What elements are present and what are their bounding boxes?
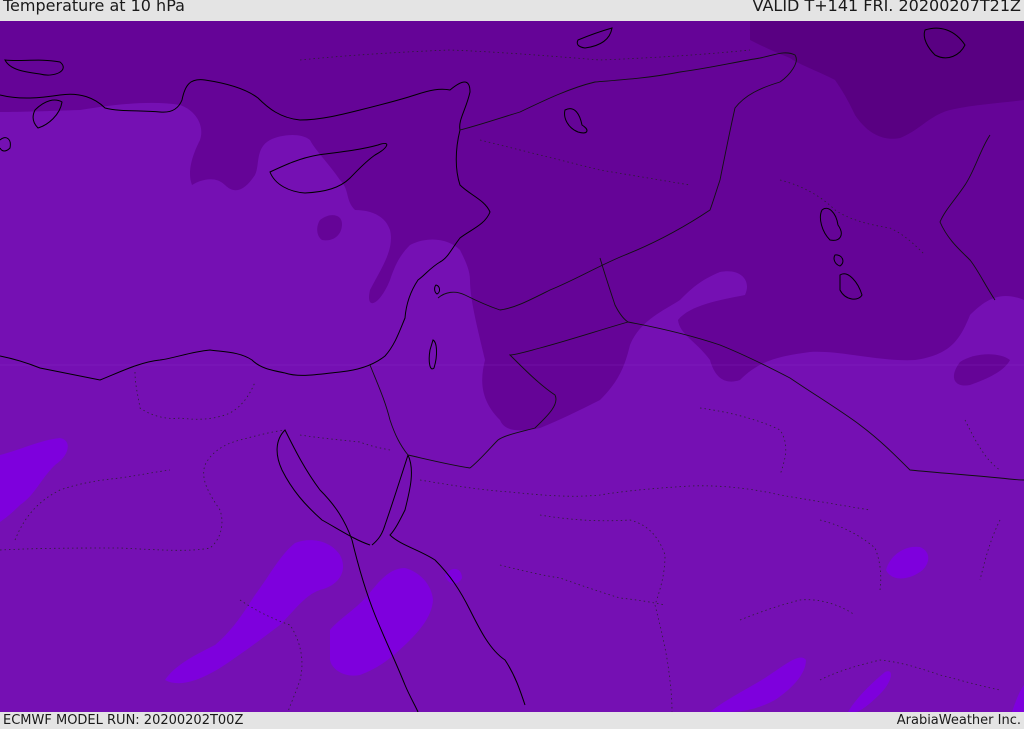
temperature-map <box>0 21 1024 712</box>
map-canvas <box>0 21 1024 712</box>
footer-bar: ECMWF MODEL RUN: 20200202T00Z ArabiaWeat… <box>0 712 1024 729</box>
map-title: Temperature at 10 hPa <box>3 0 185 15</box>
model-run-label: ECMWF MODEL RUN: 20200202T00Z <box>3 713 244 728</box>
weather-map-page: Temperature at 10 hPa VALID T+141 FRI. 2… <box>0 0 1024 729</box>
valid-time-label: VALID T+141 FRI. 20200207T21Z <box>752 0 1021 15</box>
header-bar: Temperature at 10 hPa VALID T+141 FRI. 2… <box>0 0 1024 21</box>
credit-label: ArabiaWeather Inc. <box>896 713 1021 728</box>
